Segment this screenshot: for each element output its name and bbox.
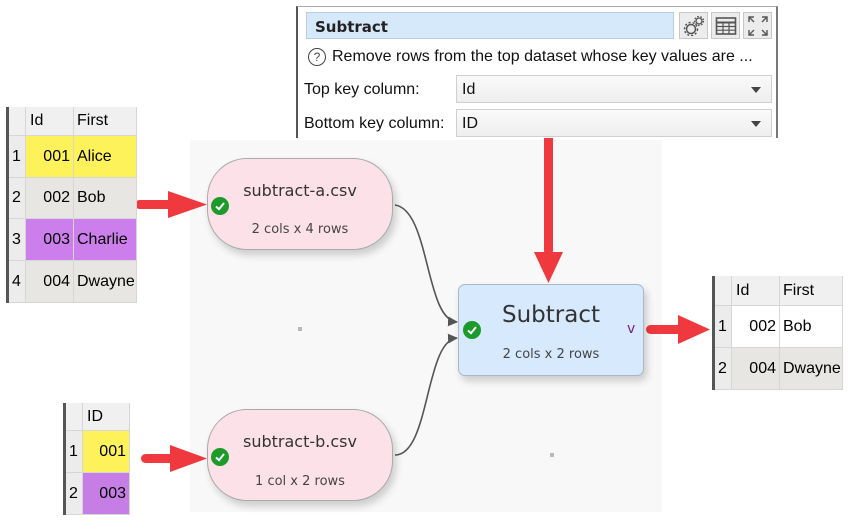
input-node-b[interactable]: subtract-b.csv 1 col x 2 rows	[207, 409, 393, 501]
id-cell[interactable]: 001	[83, 431, 130, 473]
node-dims: 2 cols x 2 rows	[502, 347, 600, 362]
table-row: 1 001	[66, 431, 130, 473]
row-number: 1	[66, 431, 83, 473]
first-cell[interactable]: Bob	[780, 306, 843, 348]
chevron-down-icon	[751, 121, 761, 127]
top-key-value: Id	[462, 81, 476, 98]
first-cell[interactable]: Bob	[74, 178, 137, 219]
description: ? Remove rows from the top dataset whose…	[308, 48, 753, 66]
input-table-a: Id First 1 001 Alice 2 002 Bob 3 003 Cha…	[6, 107, 137, 303]
table-row: 2 002 Bob	[9, 178, 137, 219]
settings-button[interactable]	[679, 12, 708, 39]
grid-dot	[550, 453, 554, 457]
grid-dot	[298, 327, 302, 331]
checkmark-icon	[211, 448, 229, 466]
expand-icon	[747, 15, 768, 36]
corner-cell	[66, 403, 83, 431]
row-number: 2	[715, 348, 732, 390]
bottom-key-select[interactable]: ID	[456, 109, 772, 137]
gear-icon	[683, 15, 704, 36]
row-number: 2	[9, 178, 26, 219]
column-header[interactable]: First	[74, 107, 137, 136]
id-cell[interactable]: 004	[26, 261, 74, 303]
subtract-node[interactable]: Subtract 2 cols x 2 rows v	[458, 284, 644, 376]
row-number: 1	[715, 306, 732, 348]
row-number: 3	[9, 219, 26, 261]
input-table-b: ID 1 001 2 003	[63, 403, 130, 515]
node-dims: 2 cols x 4 rows	[251, 222, 349, 237]
checkmark-icon	[211, 197, 229, 215]
table-icon	[715, 16, 736, 35]
bottom-key-label: Bottom key column:	[304, 115, 445, 132]
row-number: 2	[66, 473, 83, 515]
bottom-key-value: ID	[462, 115, 478, 132]
table-row: 2 003	[66, 473, 130, 515]
node-name: Subtract	[501, 302, 600, 328]
node-name: subtract-a.csv	[243, 181, 357, 200]
node-dims: 1 col x 2 rows	[255, 474, 345, 489]
column-header[interactable]: ID	[83, 403, 130, 431]
id-cell[interactable]: 002	[732, 306, 780, 348]
table-row: 1 002 Bob	[715, 306, 843, 348]
node-name: subtract-b.csv	[243, 432, 357, 451]
first-cell[interactable]: Alice	[74, 136, 137, 178]
column-header[interactable]: Id	[26, 107, 74, 136]
table-row: 3 003 Charlie	[9, 219, 137, 261]
id-cell[interactable]: 002	[26, 178, 74, 219]
row-number: 4	[9, 261, 26, 303]
description-text: Remove rows from the top dataset whose k…	[332, 48, 753, 65]
table-row: 1 001 Alice	[9, 136, 137, 178]
row-number: 1	[9, 136, 26, 178]
table-row: 2 004 Dwayne	[715, 348, 843, 390]
panel-title[interactable]: Subtract	[306, 12, 674, 39]
settings-panel: Subtract ? Remove rows from the top data…	[296, 6, 778, 138]
id-cell[interactable]: 004	[732, 348, 780, 390]
help-icon[interactable]: ?	[308, 48, 326, 66]
input-node-a[interactable]: subtract-a.csv 2 cols x 4 rows	[207, 158, 393, 250]
id-cell[interactable]: 003	[26, 219, 74, 261]
checkmark-icon	[463, 321, 481, 339]
column-header[interactable]: First	[780, 276, 843, 306]
corner-cell	[9, 107, 26, 136]
data-view-button[interactable]	[711, 12, 740, 39]
top-key-label: Top key column:	[304, 81, 420, 98]
chevron-down-icon	[751, 87, 761, 93]
first-cell[interactable]: Dwayne	[780, 348, 843, 390]
first-cell[interactable]: Dwayne	[74, 261, 137, 303]
maximize-button[interactable]	[743, 12, 772, 39]
first-cell[interactable]: Charlie	[74, 219, 137, 261]
top-key-select[interactable]: Id	[456, 75, 772, 103]
expand-output-icon[interactable]: v	[627, 321, 635, 337]
corner-cell	[715, 276, 732, 306]
table-row: 4 004 Dwayne	[9, 261, 137, 303]
output-table: Id First 1 002 Bob 2 004 Dwayne	[712, 276, 843, 390]
id-cell[interactable]: 001	[26, 136, 74, 178]
id-cell[interactable]: 003	[83, 473, 130, 515]
column-header[interactable]: Id	[732, 276, 780, 306]
